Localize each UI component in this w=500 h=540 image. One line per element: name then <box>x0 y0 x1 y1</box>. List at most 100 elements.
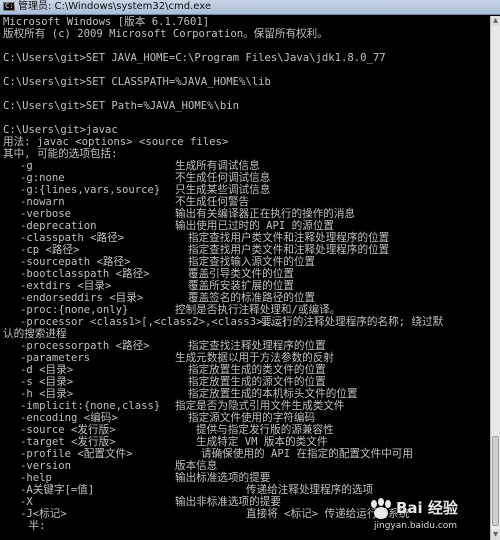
option-row: -processor <class1>[,<class2>,<class3>..… <box>3 316 488 328</box>
title-bar[interactable]: C:\ 管理员: C:\Windows\system32\cmd.exe <box>0 0 500 15</box>
option-description: 覆盖所安装扩展的位置 <box>188 280 294 292</box>
option-description: 指定放置生成的类文件的位置 <box>188 364 326 376</box>
option-row: -target <发行版> 生成特定 VM 版本的类文件 <box>3 436 488 448</box>
option-flag: -g:{lines,vars,source} <box>20 184 161 196</box>
console-line: C:\Users\git>SET JAVA_HOME=C:\Program Fi… <box>3 52 386 64</box>
option-flag: -endorseddirs <目录> <box>20 292 144 304</box>
console-line: 版权所有 (c) 2009 Microsoft Corporation。保留所有… <box>3 28 328 40</box>
option-row: -g 生成所有调试信息 <box>3 160 488 172</box>
option-row: -s <目录> 指定放置生成的源文件的位置 <box>3 376 488 388</box>
option-flag: -bootclasspath <路径> <box>20 268 150 280</box>
option-row: -encoding <编码> 指定源文件使用的字符编码 <box>3 412 488 424</box>
option-flag: -X <box>20 496 33 508</box>
option-row: -parameters 生成元数据以用于方法参数的反射 <box>3 352 488 364</box>
option-flag: -cp <路径> <box>20 244 80 256</box>
option-row: -processorpath <路径> 指定查找注释处理程序的位置 <box>3 340 488 352</box>
option-row: -A关键字[=值] 传递给注释处理程序的选项 <box>3 484 488 496</box>
option-row: -deprecation 输出使用已过时的 API 的源位置 <box>3 220 488 232</box>
option-row: -g:none 不生成任何调试信息 <box>3 172 488 184</box>
option-row: -source <发行版> 提供与指定发行版的源兼容性 <box>3 424 488 436</box>
option-row: -nowarn 不生成任何警告 <box>3 196 488 208</box>
vertical-scrollbar[interactable]: ▲ ▼ <box>490 16 500 540</box>
option-flag: -sourcepath <路径> <box>20 256 131 268</box>
option-row: -bootclasspath <路径> 覆盖引导类文件的位置 <box>3 268 488 280</box>
watermark-brand: Bai 经验 <box>396 499 458 517</box>
console-lines: Microsoft Windows [版本 6.1.7601] 版权所有 (c) … <box>3 16 488 532</box>
option-row: -version 版本信息 <box>3 460 488 472</box>
console-line: 其中, 可能的选项包括: <box>3 148 118 160</box>
watermark-url: jingyan.baidu.com <box>374 521 458 531</box>
option-description: 请确保使用的 API 在指定的配置文件中可用 <box>201 448 413 460</box>
option-continuation: 半: <box>3 520 46 532</box>
option-flag: -extdirs <目录> <box>20 280 112 292</box>
option-description: 指定源文件使用的字符编码 <box>188 412 316 424</box>
console-line: C:\Users\git>javac <box>3 124 118 136</box>
option-description: 覆盖签名的标准路径的位置 <box>188 292 316 304</box>
option-description: 指定放置生成的源文件的位置 <box>188 376 326 388</box>
option-flag: -verbose <box>20 208 72 220</box>
option-flag: -classpath <路径> <box>20 232 125 244</box>
option-row: -g:{lines,vars,source} 只生成某些调试信息 <box>3 184 488 196</box>
option-flag: -help <box>20 472 52 484</box>
option-row: -h <目录> 指定放置生成的本机标头文件的位置 <box>3 388 488 400</box>
option-description: 指定查找用户类文件和注释处理程序的位置 <box>188 244 390 256</box>
option-flag: -nowarn <box>20 196 65 208</box>
cmd-icon: C:\ <box>3 2 18 11</box>
option-row: -proc:{none,only} 控制是否执行注释处理和/或编译。 <box>3 304 488 316</box>
option-row: -verbose 输出有关编译器正在执行的操作的消息 <box>3 208 488 220</box>
scroll-up-arrow-icon[interactable]: ▲ <box>491 16 500 26</box>
option-flag: -d <目录> <box>20 364 74 376</box>
option-description: 要运行的注释处理程序的名称; 绕过默 <box>261 316 444 328</box>
option-row: -profile <配置文件> 请确保使用的 API 在指定的配置文件中可用 <box>3 448 488 460</box>
option-flag: -implicit:{none,class} <box>20 400 161 412</box>
option-description: 指定查找注释处理程序的位置 <box>188 340 326 352</box>
option-row: -help 输出标准选项的提要 <box>3 472 488 484</box>
option-row: -sourcepath <路径> 指定查找输入源文件的位置 <box>3 256 488 268</box>
option-flag: -source <发行版> <box>20 424 116 436</box>
option-description: 控制是否执行注释处理和/或编译。 <box>175 304 341 316</box>
console-output[interactable]: Microsoft Windows [版本 6.1.7601] 版权所有 (c) … <box>0 16 490 540</box>
option-flag: -J<标记> <box>20 508 67 520</box>
option-description: 指定是否为隐式引用文件生成类文件 <box>175 400 345 412</box>
option-flag: -processorpath <路径> <box>20 340 150 352</box>
scroll-down-arrow-icon[interactable]: ▼ <box>491 530 500 540</box>
option-description: 输出使用已过时的 API 的源位置 <box>175 220 335 232</box>
option-row: -cp <路径> 指定查找用户类文件和注释处理程序的位置 <box>3 244 488 256</box>
console-line: C:\Users\git>SET Path=%JAVA_HOME%\bin <box>3 100 239 112</box>
option-flag: -h <目录> <box>20 388 74 400</box>
option-description: 生成特定 VM 版本的类文件 <box>196 436 328 448</box>
option-row: 认的搜索进程 <box>3 328 488 340</box>
console-line: C:\Users\git>SET CLASSPATH=%JAVA_HOME%\l… <box>3 76 271 88</box>
option-description: 指定放置生成的本机标头文件的位置 <box>188 388 358 400</box>
option-description: 不生成任何警告 <box>175 196 250 208</box>
option-row: -implicit:{none,class} 指定是否为隐式引用文件生成类文件 <box>3 400 488 412</box>
option-description: 提供与指定发行版的源兼容性 <box>196 424 334 436</box>
option-flag: -deprecation <box>20 220 97 232</box>
option-row: -d <目录> 指定放置生成的类文件的位置 <box>3 364 488 376</box>
option-description: 生成所有调试信息 <box>175 160 260 172</box>
option-flag: -s <目录> <box>20 376 74 388</box>
baidu-jingyan-watermark: Bai 经验 jingyan.baidu.com <box>368 498 488 534</box>
option-description: 版本信息 <box>175 460 218 472</box>
option-flag: -proc:{none,only} <box>20 304 129 316</box>
option-flag: -g <box>20 160 33 172</box>
option-flag: -processor <class1>[,<class2>,<class3>..… <box>20 316 288 328</box>
option-description: 输出有关编译器正在执行的操作的消息 <box>175 208 356 220</box>
option-flag: -A关键字[=值] <box>20 484 95 496</box>
option-flag: -g:none <box>20 172 65 184</box>
option-description: 输出非标准选项的提要 <box>175 496 281 508</box>
scrollbar-thumb[interactable] <box>492 436 499 526</box>
baidu-paw-logo-icon <box>371 498 391 519</box>
option-description: 生成元数据以用于方法参数的反射 <box>175 352 334 364</box>
option-row: -extdirs <目录> 覆盖所安装扩展的位置 <box>3 280 488 292</box>
option-flag: -encoding <编码> <box>20 412 118 424</box>
option-continuation: 认的搜索进程 <box>3 328 67 340</box>
option-row: -endorseddirs <目录> 覆盖签名的标准路径的位置 <box>3 292 488 304</box>
console-line: Microsoft Windows [版本 6.1.7601] <box>3 16 210 28</box>
cmd-icon-label: C:\ <box>5 2 18 10</box>
option-description: 覆盖引导类文件的位置 <box>188 268 294 280</box>
window-title: 管理员: C:\Windows\system32\cmd.exe <box>18 1 212 12</box>
